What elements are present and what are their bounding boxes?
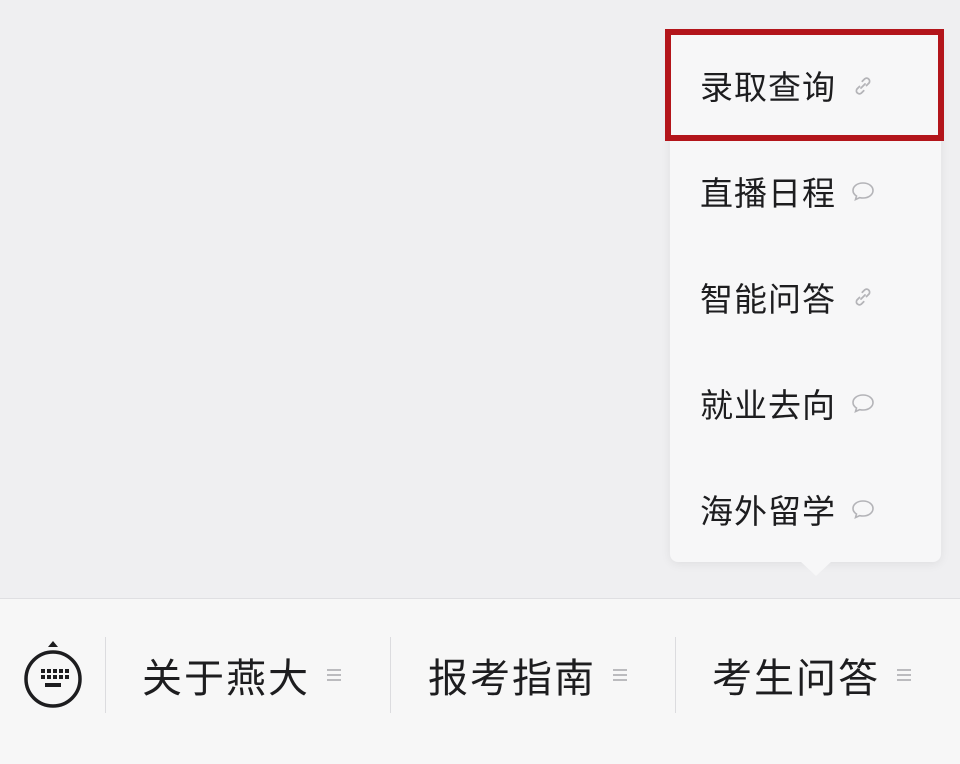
message-bubble-icon <box>850 178 876 204</box>
menu-item-admission-query[interactable]: 录取查询 <box>665 29 944 141</box>
tab-divider <box>105 637 106 713</box>
tab-label: 考生问答 <box>712 656 880 702</box>
message-bubble-icon <box>850 496 876 522</box>
message-bubble-icon <box>850 390 876 416</box>
menu-item-label: 直播日程 <box>700 174 836 213</box>
menu-item-label: 录取查询 <box>700 68 836 107</box>
menu-item-study-abroad[interactable]: 海外留学 <box>670 456 941 562</box>
menu-item-smart-qa[interactable]: 智能问答 <box>670 244 941 350</box>
menu-item-label: 智能问答 <box>700 280 836 319</box>
tab-divider <box>390 637 391 713</box>
menu-lines-icon <box>612 667 628 683</box>
popup-arrow <box>800 561 832 576</box>
menu-lines-icon <box>896 667 912 683</box>
tab-about-yanda[interactable]: 关于燕大 <box>142 645 342 705</box>
tab-candidate-qa[interactable]: 考生问答 <box>712 645 912 705</box>
tab-label: 关于燕大 <box>142 656 310 702</box>
keyboard-toggle-button[interactable] <box>22 639 84 715</box>
link-icon <box>850 73 876 99</box>
chat-screen: 录取查询 直播日程 智能问答 就业去向 海外留学 关于燕大 报考指南 考生问答 <box>0 0 960 764</box>
menu-lines-icon <box>326 667 342 683</box>
bottom-menu-bar: 关于燕大 报考指南 考生问答 <box>0 598 960 764</box>
link-icon <box>850 284 876 310</box>
menu-item-label: 海外留学 <box>700 492 836 531</box>
tab-label: 报考指南 <box>428 656 596 702</box>
submenu-popup: 录取查询 直播日程 智能问答 就业去向 海外留学 <box>665 29 944 562</box>
tab-admission-guide[interactable]: 报考指南 <box>428 645 628 705</box>
menu-item-label: 就业去向 <box>700 386 836 425</box>
menu-item-employment[interactable]: 就业去向 <box>670 350 941 456</box>
tab-divider <box>675 637 676 713</box>
menu-item-live-schedule[interactable]: 直播日程 <box>670 138 941 244</box>
keyboard-icon <box>24 641 82 708</box>
